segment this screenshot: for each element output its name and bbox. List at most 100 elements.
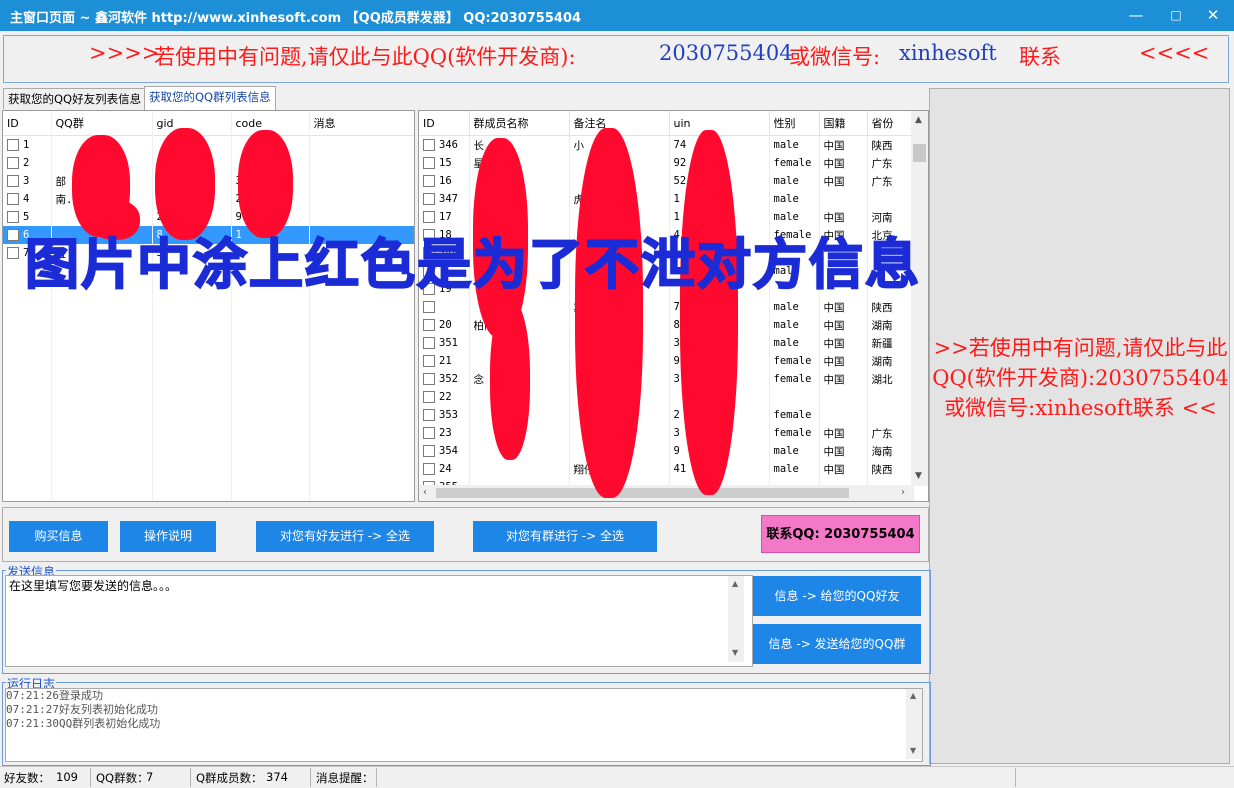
row-checkbox[interactable] [423, 175, 435, 187]
cell-id[interactable]: 353 [419, 406, 470, 424]
row-checkbox[interactable] [423, 193, 435, 205]
row-checkbox[interactable] [423, 139, 435, 151]
select-all-friends-button[interactable]: 对您有好友进行 -> 全选 [256, 521, 434, 552]
cell-id[interactable]: 23 [419, 424, 470, 442]
cell-prov [867, 406, 914, 424]
row-checkbox[interactable] [423, 463, 435, 475]
cell-msg [309, 154, 414, 172]
scroll-down-icon[interactable]: ▼ [915, 471, 922, 481]
member-horizontal-scrollbar[interactable]: ‹ › [419, 485, 913, 501]
row-checkbox[interactable] [423, 427, 435, 439]
row-checkbox[interactable] [7, 175, 19, 187]
cell-id[interactable]: 24 [419, 460, 470, 478]
status-bar: 好友数： 109 QQ群数： 7 Q群成员数： 374 消息提醒： [0, 766, 1234, 788]
tab-groups[interactable]: 获取您的QQ群列表信息 [144, 86, 276, 110]
cell-prov: 湖南 [867, 352, 914, 370]
cell-id[interactable]: 4 [3, 190, 52, 208]
cell-sex: male [769, 334, 820, 352]
scroll-up-icon[interactable]: ▲ [910, 691, 916, 700]
scroll-up-icon[interactable]: ▲ [915, 115, 922, 125]
row-id: 347 [439, 193, 458, 205]
cell-sex: male [769, 316, 820, 334]
cell-id[interactable]: 16 [419, 172, 470, 190]
cell-id[interactable]: 346 [419, 135, 470, 154]
banner-qq: 2030755404 [659, 41, 793, 65]
maximize-button[interactable]: □ [1159, 4, 1193, 26]
scroll-down-icon[interactable]: ▼ [732, 648, 738, 657]
row-checkbox[interactable] [423, 355, 435, 367]
row-id: 354 [439, 445, 458, 457]
cell-id[interactable]: 22 [419, 388, 470, 406]
contact-qq-button[interactable]: 联系QQ: 2030755404 [761, 515, 920, 553]
row-checkbox[interactable] [423, 409, 435, 421]
cell-prov: 广东 [867, 172, 914, 190]
cell-sex: male [769, 135, 820, 154]
col-province[interactable]: 省份 [867, 111, 914, 136]
col-country[interactable]: 国籍 [819, 111, 868, 136]
table-row[interactable]: 24 翔仔 41 male 中国 陕西 [419, 460, 914, 478]
col-message[interactable]: 消息 [309, 111, 414, 136]
table-row[interactable]: 354 9 male 中国 海南 [419, 442, 914, 460]
close-button[interactable]: ✕ [1196, 4, 1230, 26]
send-to-groups-button[interactable]: 信息 -> 发送给您的QQ群 [753, 624, 921, 664]
row-checkbox[interactable] [423, 373, 435, 385]
send-to-friends-button[interactable]: 信息 -> 给您的QQ好友 [753, 576, 921, 616]
redaction-blob [575, 128, 643, 498]
cell-id[interactable]: 3 [3, 172, 52, 190]
col-sex[interactable]: 性别 [769, 111, 820, 136]
row-checkbox[interactable] [7, 139, 19, 151]
cell-id[interactable]: 352 [419, 370, 470, 388]
row-checkbox[interactable] [7, 247, 19, 259]
row-checkbox[interactable] [423, 157, 435, 169]
instructions-button[interactable]: 操作说明 [120, 521, 216, 552]
row-checkbox[interactable] [423, 445, 435, 457]
row-checkbox[interactable] [423, 301, 435, 313]
row-checkbox[interactable] [423, 391, 435, 403]
col-qq-group[interactable]: QQ群 [51, 111, 153, 136]
cell-id[interactable]: 351 [419, 334, 470, 352]
row-checkbox[interactable] [7, 193, 19, 205]
message-scrollbar[interactable]: ▲ ▼ [728, 576, 744, 662]
row-checkbox[interactable] [7, 211, 19, 223]
cell-country: 中国 [819, 298, 868, 316]
cell-id[interactable]: 2 [3, 154, 52, 172]
row-checkbox[interactable] [423, 337, 435, 349]
minimize-button[interactable]: — [1119, 4, 1153, 26]
contact-banner: >>>> 若使用中有问题,请仅此与此QQ(软件开发商): 2030755404 … [3, 35, 1229, 83]
select-all-groups-button[interactable]: 对您有群进行 -> 全选 [473, 521, 657, 552]
banner-wechat: xinhesoft [899, 41, 997, 65]
cell-country: 中国 [819, 424, 868, 442]
tab-friends[interactable]: 获取您的QQ好友列表信息 [3, 88, 147, 109]
col-member-id[interactable]: ID [419, 111, 470, 136]
col-uin[interactable]: uin [669, 111, 770, 136]
buy-info-button[interactable]: 购买信息 [9, 521, 108, 552]
cell-id[interactable]: 1 [3, 135, 52, 154]
log-scrollbar[interactable]: ▲ ▼ [906, 689, 922, 759]
groups-count: 7 [146, 770, 154, 784]
cell-prov: 海南 [867, 442, 914, 460]
scroll-left-icon[interactable]: ‹ [423, 487, 427, 498]
row-checkbox[interactable] [7, 229, 19, 241]
hscroll-thumb[interactable] [436, 488, 849, 498]
cell-id[interactable]: 354 [419, 442, 470, 460]
row-checkbox[interactable] [423, 319, 435, 331]
row-id: 353 [439, 409, 458, 421]
row-checkbox[interactable] [7, 157, 19, 169]
col-id[interactable]: ID [3, 111, 52, 136]
cell-id[interactable]: 15 [419, 154, 470, 172]
scroll-right-icon[interactable]: › [901, 487, 905, 498]
scroll-up-icon[interactable]: ▲ [732, 579, 738, 588]
scroll-down-icon[interactable]: ▼ [910, 746, 916, 755]
cell-id[interactable]: 347 [419, 190, 470, 208]
message-input[interactable]: 在这里填写您要发送的信息。。。 [5, 575, 753, 667]
cell-id[interactable]: 21 [419, 352, 470, 370]
right-notice-text: >>若使用中有问题,请仅此与此QQ(软件开发商):2030755404或微信号:… [932, 336, 1229, 420]
scroll-thumb[interactable] [913, 144, 926, 162]
col-member-name[interactable]: 群成员名称 [469, 111, 570, 136]
banner-left-arrows: >>>> [89, 41, 160, 65]
cell-country: 中国 [819, 135, 868, 154]
cell-id[interactable] [419, 298, 470, 316]
cell-sex: male [769, 442, 820, 460]
cell-id[interactable]: 20 [419, 316, 470, 334]
row-id: 15 [439, 157, 452, 169]
